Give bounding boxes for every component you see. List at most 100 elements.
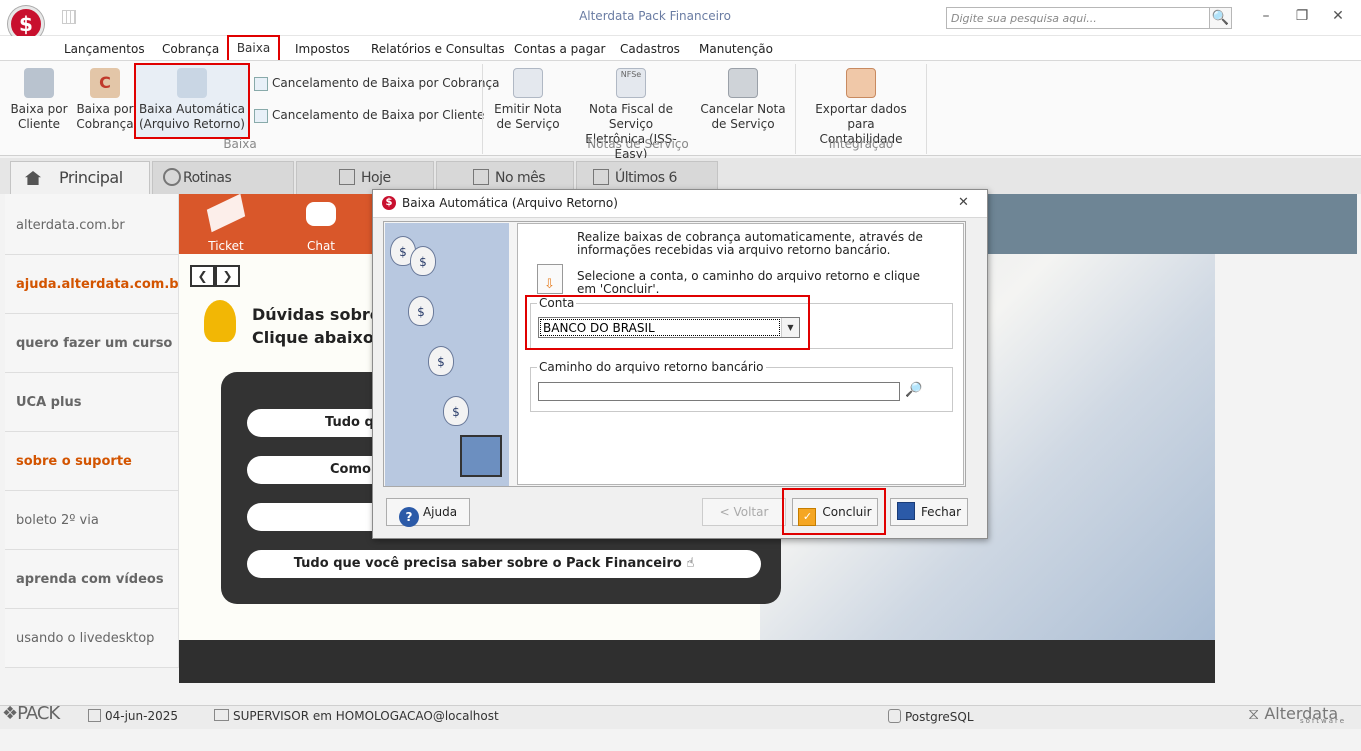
calendar-icon: [473, 169, 489, 185]
status-db: PostgreSQL: [888, 709, 974, 724]
calendar-icon: [593, 169, 609, 185]
app-title: Alterdata Pack Financeiro: [579, 9, 731, 23]
cancelar-nota-button[interactable]: Cancelar Nota de Serviço: [700, 68, 786, 132]
btn-label: Nota Fiscal de Serviço: [589, 102, 673, 131]
btn-label: Exportar dados: [815, 102, 907, 116]
calculator-export-icon: [846, 68, 876, 98]
status-bar: [0, 705, 1361, 729]
dialog-title: Baixa Automática (Arquivo Retorno): [402, 196, 618, 210]
exportar-contabilidade-button[interactable]: Exportar dados para Contabilidade: [806, 68, 916, 147]
voltar-button[interactable]: < Voltar: [702, 498, 786, 526]
group-separator: [795, 64, 796, 154]
link-uca-plus[interactable]: UCA plus: [5, 373, 179, 432]
link-suporte[interactable]: sobre o suporte: [5, 432, 179, 491]
home-icon: [25, 171, 41, 185]
user-label: SUPERVISOR em HOMOLOGACAO@localhost: [233, 709, 499, 723]
document-icon: [513, 68, 543, 98]
cancel-baixa-cobranca-button[interactable]: Cancelamento de Baixa por Cobrança: [254, 76, 499, 91]
faq-label: Tudo que você precisa saber sobre o Pack…: [293, 556, 682, 571]
tab-label: Principal: [59, 168, 123, 187]
dialog-info-text: Realize baixas de cobrança automaticamen…: [577, 230, 923, 257]
link-videos[interactable]: aprenda com vídeos: [5, 550, 179, 609]
link-curso[interactable]: quero fazer um curso: [5, 314, 179, 373]
search-icon[interactable]: 🔍: [1210, 7, 1232, 29]
db-label: PostgreSQL: [905, 710, 974, 724]
status-date: 04-jun-2025: [88, 709, 178, 723]
money-bag-icon: $: [443, 396, 469, 426]
database-icon: [888, 709, 901, 723]
group-label-notas: Notas de Serviço: [587, 137, 689, 151]
cancel-cliente-icon: [254, 108, 268, 123]
tab-impostos[interactable]: Impostos: [295, 40, 350, 60]
group-label-integracao: Integração: [828, 137, 894, 151]
group-separator: [926, 64, 927, 154]
next-arrow-icon[interactable]: ❯: [217, 267, 238, 285]
link-boleto[interactable]: boleto 2º via: [5, 491, 179, 550]
ajuda-button[interactable]: ? Ajuda: [386, 498, 470, 527]
emitir-nota-button[interactable]: Emitir Nota de Serviço: [493, 68, 563, 132]
help-icon: ?: [398, 507, 419, 527]
tab-cobranca[interactable]: Cobrança: [162, 40, 219, 60]
faq-button-4[interactable]: Tudo que você precisa saber sobre o Pack…: [247, 550, 761, 578]
btn-label: de Serviço: [711, 117, 775, 131]
btn-label: Cancelar Nota: [700, 102, 786, 116]
cancel-baixa-cliente-button[interactable]: Cancelamento de Baixa por Cliente: [254, 108, 484, 123]
computer-icon: [214, 709, 229, 721]
caminho-input[interactable]: [538, 382, 900, 401]
dialog-app-icon: $: [382, 196, 396, 210]
nfse-icon: NFSe: [616, 68, 646, 98]
highlight-concluir: [782, 488, 886, 535]
grid-icon[interactable]: [62, 10, 76, 24]
dialog-close-icon[interactable]: ✕: [958, 195, 969, 210]
tab-label: Hoje: [361, 170, 391, 186]
document-download-icon: ⇩: [537, 264, 563, 294]
minimize-icon[interactable]: –: [1254, 6, 1278, 26]
search-input[interactable]: [946, 7, 1210, 29]
money-bag-icon: $: [408, 296, 434, 326]
group-label-baixa: Baixa: [223, 137, 257, 151]
dialog-form-panel: [517, 223, 964, 485]
date-label: 04-jun-2025: [105, 709, 179, 723]
link-livedesktop[interactable]: usando o livedesktop: [5, 609, 179, 668]
tab-cadastros[interactable]: Cadastros: [620, 40, 680, 60]
tab-lancamentos[interactable]: Lançamentos: [64, 40, 145, 60]
printer-cancel-icon: [728, 68, 758, 98]
fechar-button[interactable]: Fechar: [890, 498, 968, 526]
prev-arrow-icon[interactable]: ❮: [192, 267, 213, 285]
restore-icon[interactable]: ❐: [1290, 6, 1314, 26]
cancel-cobranca-icon: [254, 76, 268, 91]
btn-label: de Serviço: [496, 117, 560, 131]
tab-rotinas[interactable]: Rotinas automáticas: [152, 161, 294, 218]
tab-contas-a-pagar[interactable]: Contas a pagar: [514, 40, 606, 60]
btn-label: Ajuda: [422, 505, 458, 519]
btn-label: Cancelamento de Baixa por Cobrança: [272, 76, 500, 90]
chat-link[interactable]: Chat: [280, 239, 362, 253]
close-icon[interactable]: ✕: [1326, 6, 1350, 26]
cobranca-check-icon: C: [90, 68, 120, 98]
tab-relatorios[interactable]: Relatórios e Consultas: [371, 40, 505, 60]
ticket-link[interactable]: Ticket: [180, 239, 272, 253]
btn-label: Baixa por: [10, 102, 68, 116]
baixa-por-cliente-button[interactable]: Baixa por Cliente: [8, 68, 70, 132]
highlight-conta: [525, 295, 810, 350]
btn-label: Cobrança: [76, 117, 134, 131]
user-check-icon: [24, 68, 54, 98]
computer-icon: [460, 435, 502, 477]
btn-label: Cliente: [17, 117, 61, 131]
baixa-por-cobranca-button[interactable]: C Baixa por Cobrança: [74, 68, 136, 132]
lightbulb-icon: [204, 300, 236, 342]
brand-sub: software: [1300, 717, 1347, 725]
baixa-automatica-button[interactable]: Baixa Automática (Arquivo Retorno): [134, 63, 250, 139]
tab-principal[interactable]: Principal: [10, 161, 150, 194]
link-alterdata[interactable]: alterdata.com.br: [5, 196, 179, 255]
alterdata-logo-icon: ⧖: [1248, 704, 1260, 723]
tab-label: No mês: [495, 170, 546, 186]
money-bag-icon: $: [410, 246, 436, 276]
group-separator: [482, 64, 483, 154]
tab-manutencao[interactable]: Manutenção: [699, 40, 773, 60]
search-file-icon[interactable]: 🔎: [905, 382, 922, 398]
link-ajuda[interactable]: ajuda.alterdata.com.br: [5, 255, 185, 314]
tab-baixa[interactable]: Baixa: [227, 35, 280, 62]
pack-logo: ❖PACK: [2, 703, 60, 724]
btn-label: Cancelamento de Baixa por Cliente: [272, 108, 485, 122]
